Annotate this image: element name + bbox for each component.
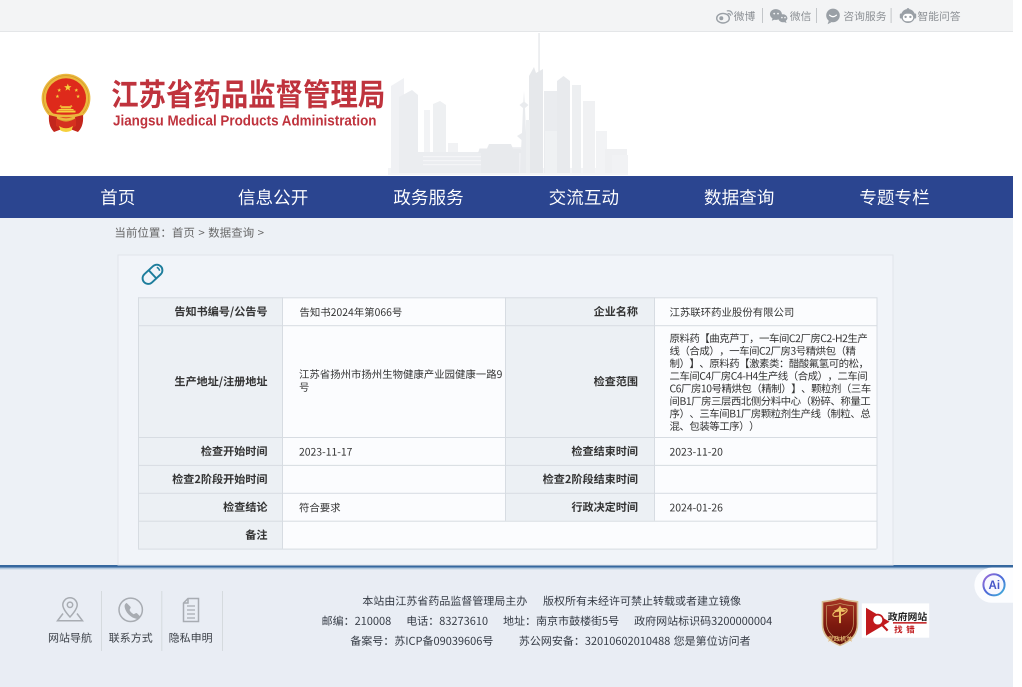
- svg-text:Jiangsu Medical Products Admin: Jiangsu Medical Products Administration: [113, 114, 377, 130]
- svg-text:Ai: Ai: [989, 580, 1001, 592]
